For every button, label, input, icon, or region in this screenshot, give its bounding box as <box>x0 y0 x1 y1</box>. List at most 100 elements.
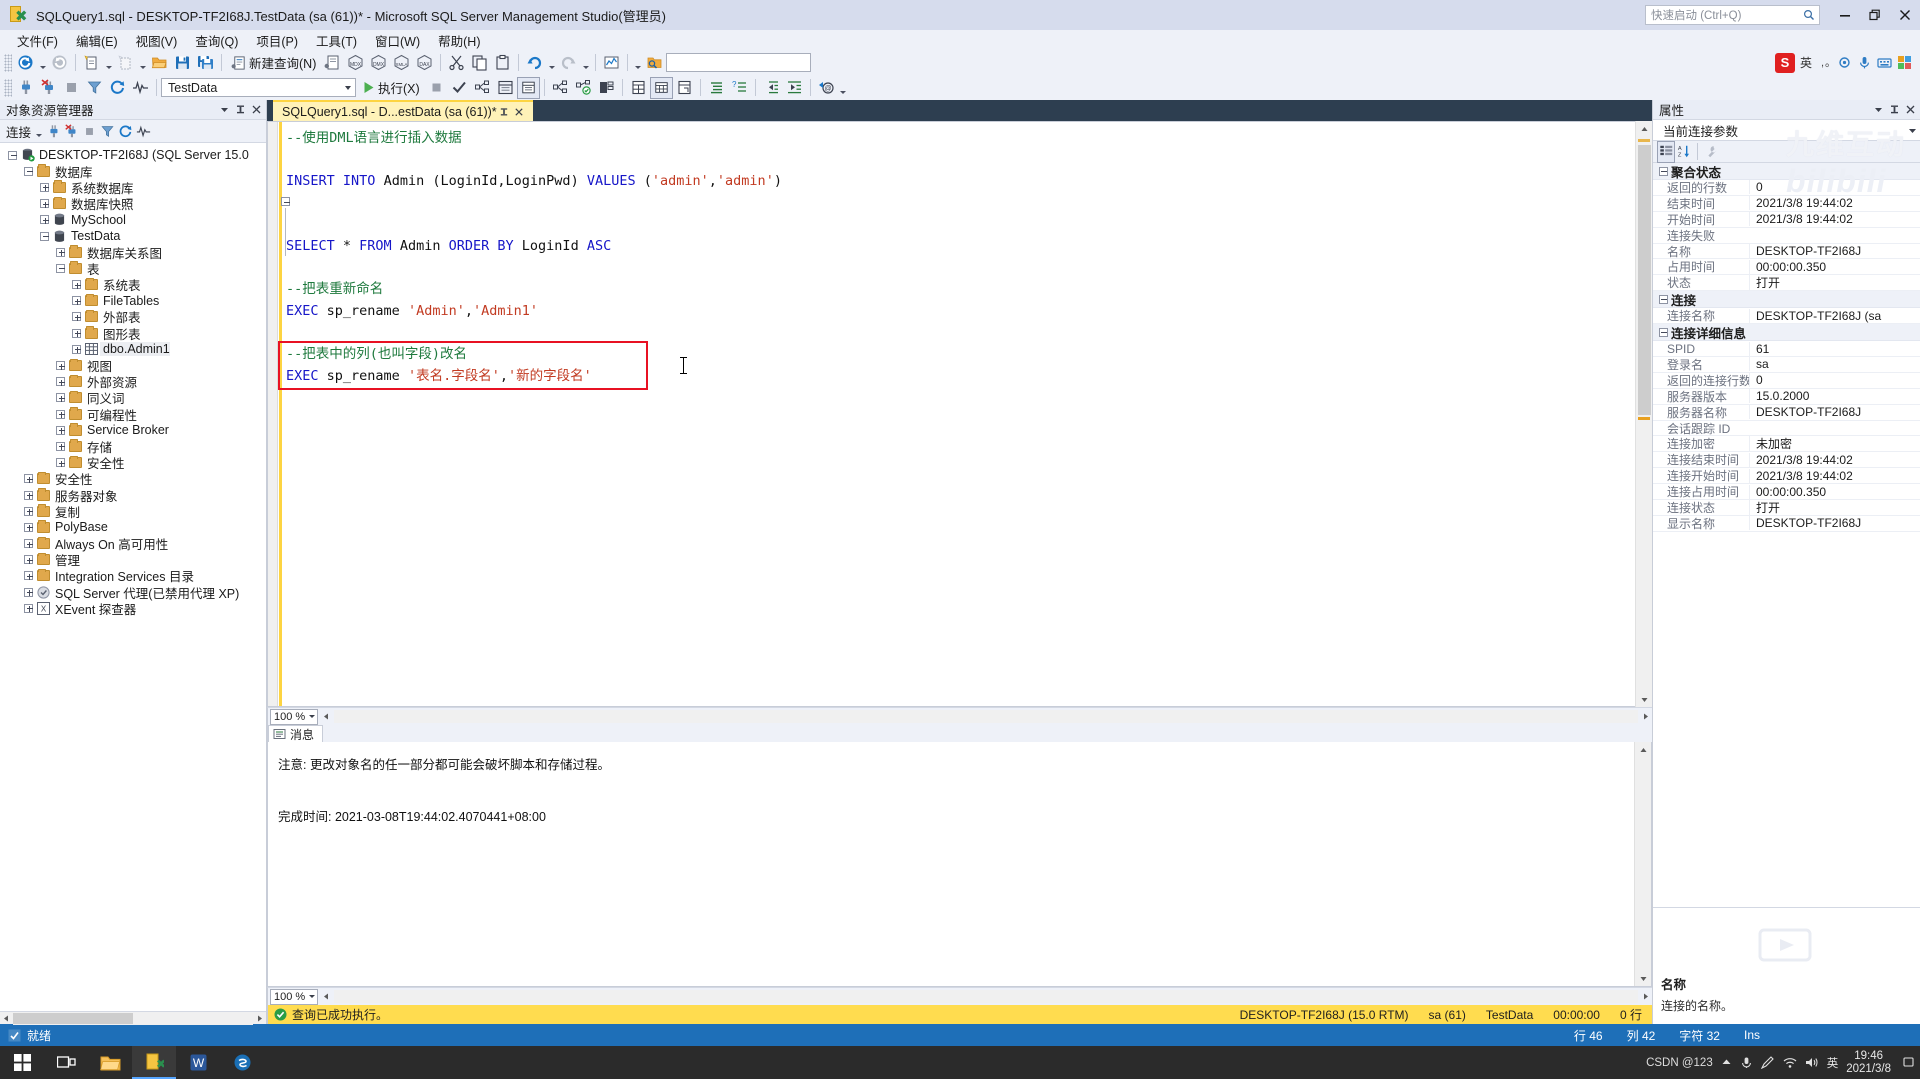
restore-button[interactable] <box>1860 1 1890 29</box>
pin-icon[interactable] <box>1886 101 1902 119</box>
editor-vscrollbar[interactable] <box>1635 121 1652 707</box>
expand-icon[interactable] <box>54 359 67 372</box>
collapse-icon[interactable] <box>6 149 19 162</box>
sql-editor[interactable]: --使用DML语言进行插入数据 INSERT INTO Admin (Login… <box>267 121 1635 707</box>
oe-activity-icon[interactable] <box>134 120 152 142</box>
vscroll-thumb[interactable] <box>1638 145 1651 415</box>
collapse-icon[interactable] <box>54 262 67 275</box>
ime-comma-icon[interactable]: ,。 <box>1817 55 1832 70</box>
expand-icon[interactable] <box>54 408 67 421</box>
expand-icon[interactable] <box>22 602 35 615</box>
property-value[interactable]: sa <box>1749 357 1920 372</box>
include-client-statistics-button[interactable] <box>595 77 618 99</box>
tree-node[interactable]: 系统表 <box>0 277 266 293</box>
property-row[interactable]: 结束时间 2021/3/8 19:44:02 <box>1653 196 1920 212</box>
new-query-button[interactable]: 新建查询(N) <box>226 52 321 74</box>
tree-node[interactable]: 外部资源 <box>0 374 266 390</box>
new-mdx-query-button[interactable]: MDX <box>344 52 367 74</box>
paste-button[interactable] <box>491 52 514 74</box>
property-value[interactable]: DESKTOP-TF2I68J <box>1749 516 1920 531</box>
cut-button[interactable] <box>445 52 468 74</box>
expand-icon[interactable] <box>22 521 35 534</box>
property-row[interactable]: 名称 DESKTOP-TF2I68J <box>1653 244 1920 260</box>
menu-file[interactable]: 文件(F) <box>8 29 67 52</box>
close-icon[interactable] <box>1902 101 1918 119</box>
tree-node[interactable]: 安全性 <box>0 455 266 471</box>
toolbar-overflow-dropdown[interactable] <box>632 52 643 74</box>
messages-vscrollbar[interactable] <box>1634 742 1651 986</box>
undo-dropdown[interactable] <box>546 52 557 74</box>
property-row[interactable]: 连接失败 <box>1653 228 1920 244</box>
new-project-button[interactable] <box>80 52 103 74</box>
expand-icon[interactable] <box>54 456 67 469</box>
navigate-backward-button[interactable] <box>14 52 37 74</box>
copy-button[interactable] <box>468 52 491 74</box>
close-icon[interactable] <box>248 101 264 119</box>
open-file-button[interactable] <box>148 52 171 74</box>
close-icon[interactable] <box>512 107 527 117</box>
property-row[interactable]: 连接开始时间 2021/3/8 19:44:02 <box>1653 468 1920 485</box>
expand-icon[interactable] <box>38 213 51 226</box>
expand-icon[interactable] <box>70 327 83 340</box>
activity-pulse-icon[interactable] <box>129 77 152 99</box>
expand-icon[interactable] <box>22 472 35 485</box>
editor-zoom-selector[interactable]: 100 % <box>270 708 318 725</box>
expand-icon[interactable] <box>54 391 67 404</box>
scroll-down-icon[interactable] <box>1635 970 1651 986</box>
property-row[interactable]: 连接加密 未加密 <box>1653 435 1920 453</box>
show-hidden-icons-icon[interactable] <box>1721 1057 1732 1068</box>
expand-icon[interactable] <box>22 586 35 599</box>
ime-language-indicator[interactable]: 英 <box>1800 54 1812 71</box>
connect-chevron-icon[interactable] <box>33 120 44 142</box>
find-input[interactable] <box>666 53 812 72</box>
tray-language-indicator[interactable]: 英 <box>1827 1055 1839 1071</box>
oe-filter-button[interactable] <box>98 120 116 142</box>
tree-node[interactable]: MySchool <box>0 212 266 228</box>
pin-icon[interactable] <box>497 107 512 117</box>
chevron-down-icon[interactable] <box>340 85 355 90</box>
parse-query-button[interactable] <box>448 77 471 99</box>
property-row[interactable]: 服务器版本 15.0.2000 <box>1653 389 1920 405</box>
expand-icon[interactable] <box>70 310 83 323</box>
results-to-file-button[interactable] <box>673 77 696 99</box>
tree-node[interactable]: 数据库 <box>0 163 266 180</box>
chevron-down-icon[interactable] <box>1904 126 1920 135</box>
word-icon[interactable]: W <box>176 1046 220 1079</box>
increase-indent-button[interactable] <box>783 77 806 99</box>
tree-node[interactable]: 服务器对象 <box>0 487 266 504</box>
collapse-icon[interactable] <box>22 165 35 178</box>
expand-icon[interactable] <box>54 375 67 388</box>
collapse-icon[interactable] <box>1655 294 1671 304</box>
property-value[interactable]: DESKTOP-TF2I68J <box>1749 405 1920 420</box>
tree-node[interactable]: Always On 高可用性 <box>0 536 266 552</box>
decrease-indent-button[interactable] <box>760 77 783 99</box>
scroll-left-icon[interactable] <box>0 1012 13 1025</box>
new-dax-query-button[interactable]: DAX <box>413 52 436 74</box>
connect-button[interactable] <box>14 77 37 99</box>
minimize-button[interactable] <box>1830 1 1860 29</box>
messages-zoom-selector[interactable]: 100 % <box>270 988 318 1005</box>
database-selector[interactable]: TestData <box>161 78 356 97</box>
property-group-header[interactable]: 聚合状态 <box>1653 163 1920 180</box>
property-row[interactable]: 返回的行数 0 <box>1653 180 1920 196</box>
filter-button[interactable] <box>83 77 106 99</box>
save-button[interactable] <box>171 52 194 74</box>
property-row[interactable]: 开始时间 2021/3/8 19:44:02 <box>1653 212 1920 228</box>
expand-icon[interactable] <box>54 424 67 437</box>
volume-icon[interactable] <box>1805 1056 1819 1069</box>
property-value[interactable]: 15.0.2000 <box>1749 389 1920 404</box>
tab-messages[interactable]: 消息 <box>268 725 324 742</box>
tree-node[interactable]: 数据库快照 <box>0 196 266 212</box>
pin-icon[interactable] <box>232 101 248 119</box>
toolbar-grip-2[interactable] <box>4 78 12 97</box>
property-value[interactable]: 00:00:00.350 <box>1749 259 1920 274</box>
object-explorer-tree[interactable]: DESKTOP-TF2I68J (SQL Server 15.0 数据库 系统数据库… <box>0 143 266 1011</box>
menu-help[interactable]: 帮助(H) <box>429 29 489 52</box>
connect-dropdown-label[interactable]: 连接 <box>4 122 33 141</box>
scroll-up-icon[interactable] <box>1635 742 1651 758</box>
tree-node[interactable]: 复制 <box>0 503 266 520</box>
object-explorer-hscrollbar[interactable] <box>0 1011 266 1025</box>
expand-icon[interactable] <box>54 246 67 259</box>
ime-keyboard-icon[interactable] <box>1877 55 1892 70</box>
property-row[interactable]: SPID 61 <box>1653 341 1920 358</box>
